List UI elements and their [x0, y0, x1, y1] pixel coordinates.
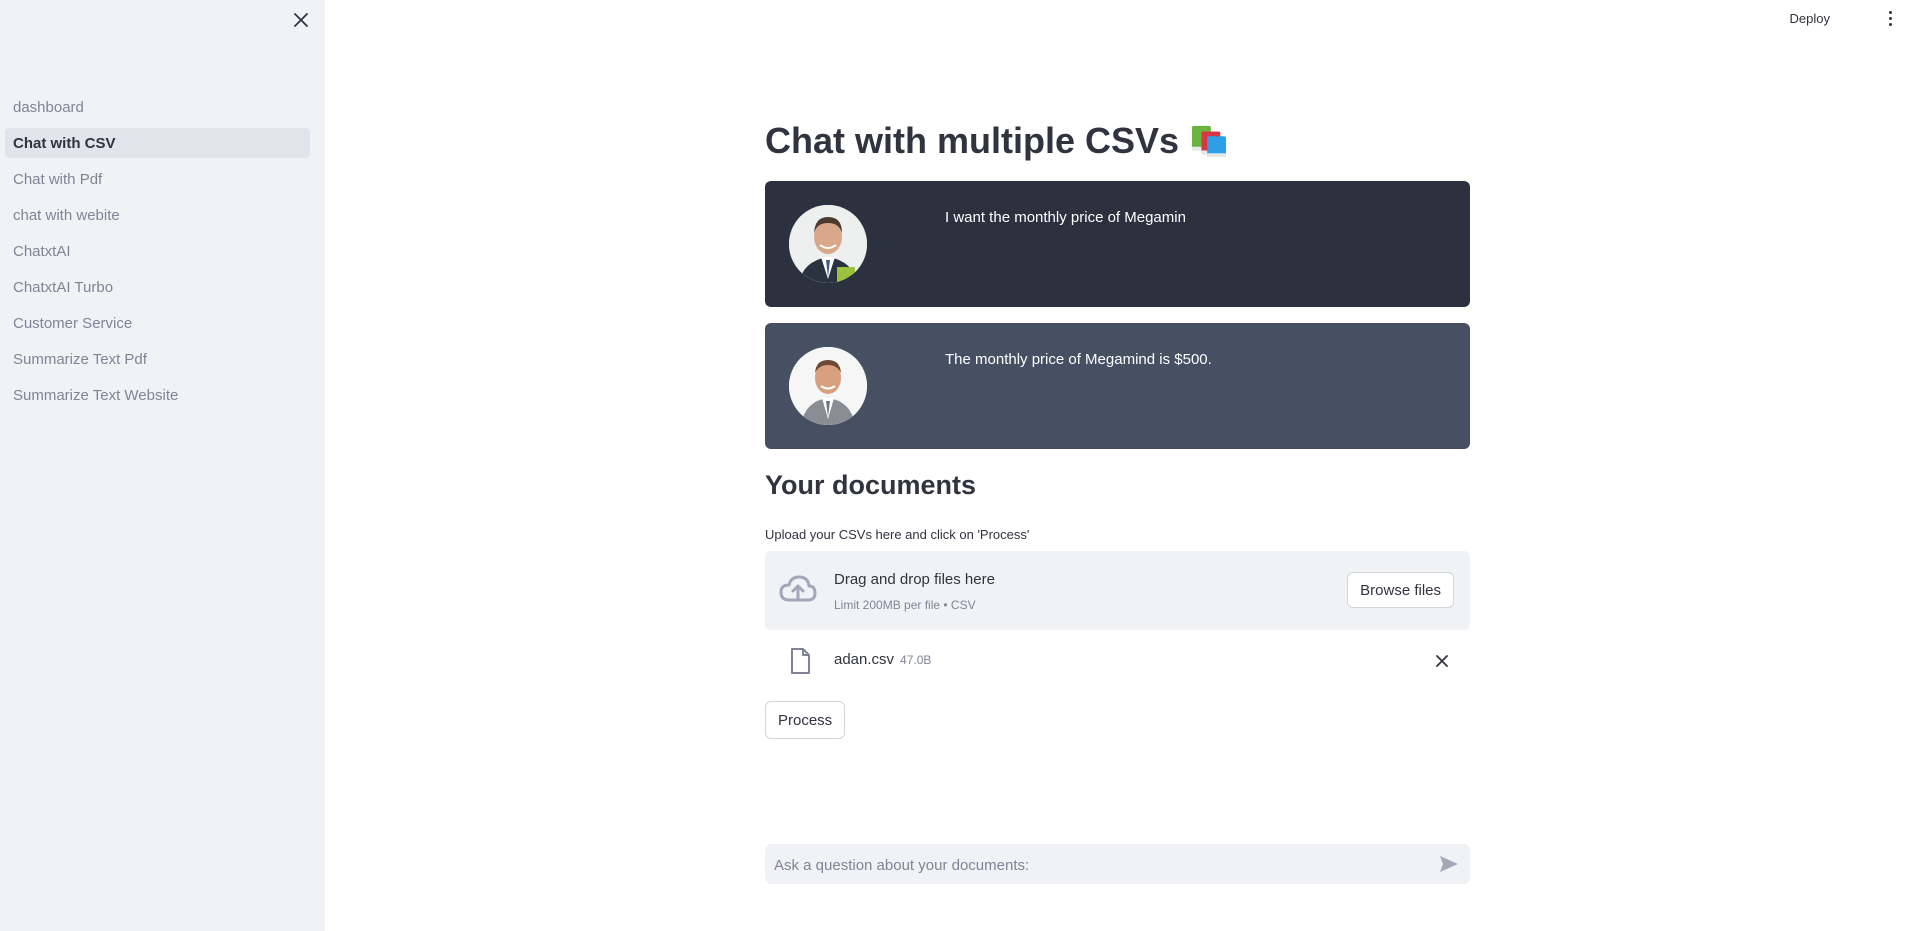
sidebar-item-chat-with-csv[interactable]: Chat with CSV [5, 128, 310, 158]
deploy-button[interactable]: Deploy [1782, 8, 1838, 29]
file-dropzone[interactable]: Drag and drop files here Limit 200MB per… [765, 551, 1470, 630]
sidebar-nav: dashboard Chat with CSV Chat with Pdf ch… [5, 92, 310, 416]
process-button[interactable]: Process [765, 701, 846, 739]
sidebar-item-customer-service[interactable]: Customer Service [5, 308, 310, 338]
app-root: dashboard Chat with CSV Chat with Pdf ch… [0, 0, 1908, 931]
sidebar-item-chat-with-pdf[interactable]: Chat with Pdf [5, 164, 310, 194]
books-emoji-icon [1192, 125, 1227, 158]
uploaded-file-row: adan.csv 47.0B [765, 646, 1470, 676]
chat-input[interactable] [765, 844, 1416, 886]
file-icon [791, 648, 810, 674]
remove-file-button[interactable] [1432, 651, 1452, 671]
sidebar-item-chatxtai[interactable]: ChatxtAI [5, 236, 310, 266]
chat-message-bot: The monthly price of Megamind is $500. [765, 323, 1470, 449]
sidebar-item-summarize-text-website[interactable]: Summarize Text Website [5, 380, 310, 410]
bot-avatar-image [789, 347, 867, 425]
chat-input-container [765, 844, 1470, 886]
main-menu-button[interactable] [1880, 6, 1900, 30]
chat-message-user: I want the monthly price of Megamin [765, 181, 1470, 307]
browse-files-button[interactable]: Browse files [1347, 572, 1454, 608]
page-title-text: Chat with multiple CSVs [765, 120, 1180, 161]
sidebar-item-dashboard[interactable]: dashboard [5, 92, 310, 122]
close-icon [1436, 655, 1448, 667]
page-title: Chat with multiple CSVs [765, 120, 1229, 162]
dropzone-subtitle: Limit 200MB per file • CSV [834, 598, 976, 612]
send-icon [1440, 856, 1458, 872]
uploaded-file-name: adan.csv 47.0B [834, 651, 931, 668]
chat-message-text: I want the monthly price of Megamin [945, 209, 1186, 226]
file-size: 47.0B [900, 653, 932, 667]
user-avatar-image [789, 205, 867, 283]
sidebar-item-chat-with-website[interactable]: chat with webite [5, 200, 310, 230]
close-sidebar-button[interactable] [289, 8, 313, 32]
sidebar-item-chatxtai-turbo[interactable]: ChatxtAI Turbo [5, 272, 310, 302]
sidebar: dashboard Chat with CSV Chat with Pdf ch… [0, 0, 325, 931]
upload-label: Upload your CSVs here and click on 'Proc… [765, 527, 1030, 542]
chat-message-text: The monthly price of Megamind is $500. [945, 351, 1212, 368]
close-icon [294, 13, 308, 27]
user-avatar [789, 205, 867, 283]
dropzone-title: Drag and drop files here [834, 571, 995, 588]
file-name-text: adan.csv [834, 651, 895, 668]
more-vertical-icon [1888, 10, 1892, 14]
documents-heading: Your documents [765, 470, 977, 500]
send-button[interactable] [1438, 853, 1460, 875]
bot-avatar [789, 347, 867, 425]
sidebar-item-summarize-text-pdf[interactable]: Summarize Text Pdf [5, 344, 310, 374]
cloud-upload-icon [779, 575, 817, 602]
